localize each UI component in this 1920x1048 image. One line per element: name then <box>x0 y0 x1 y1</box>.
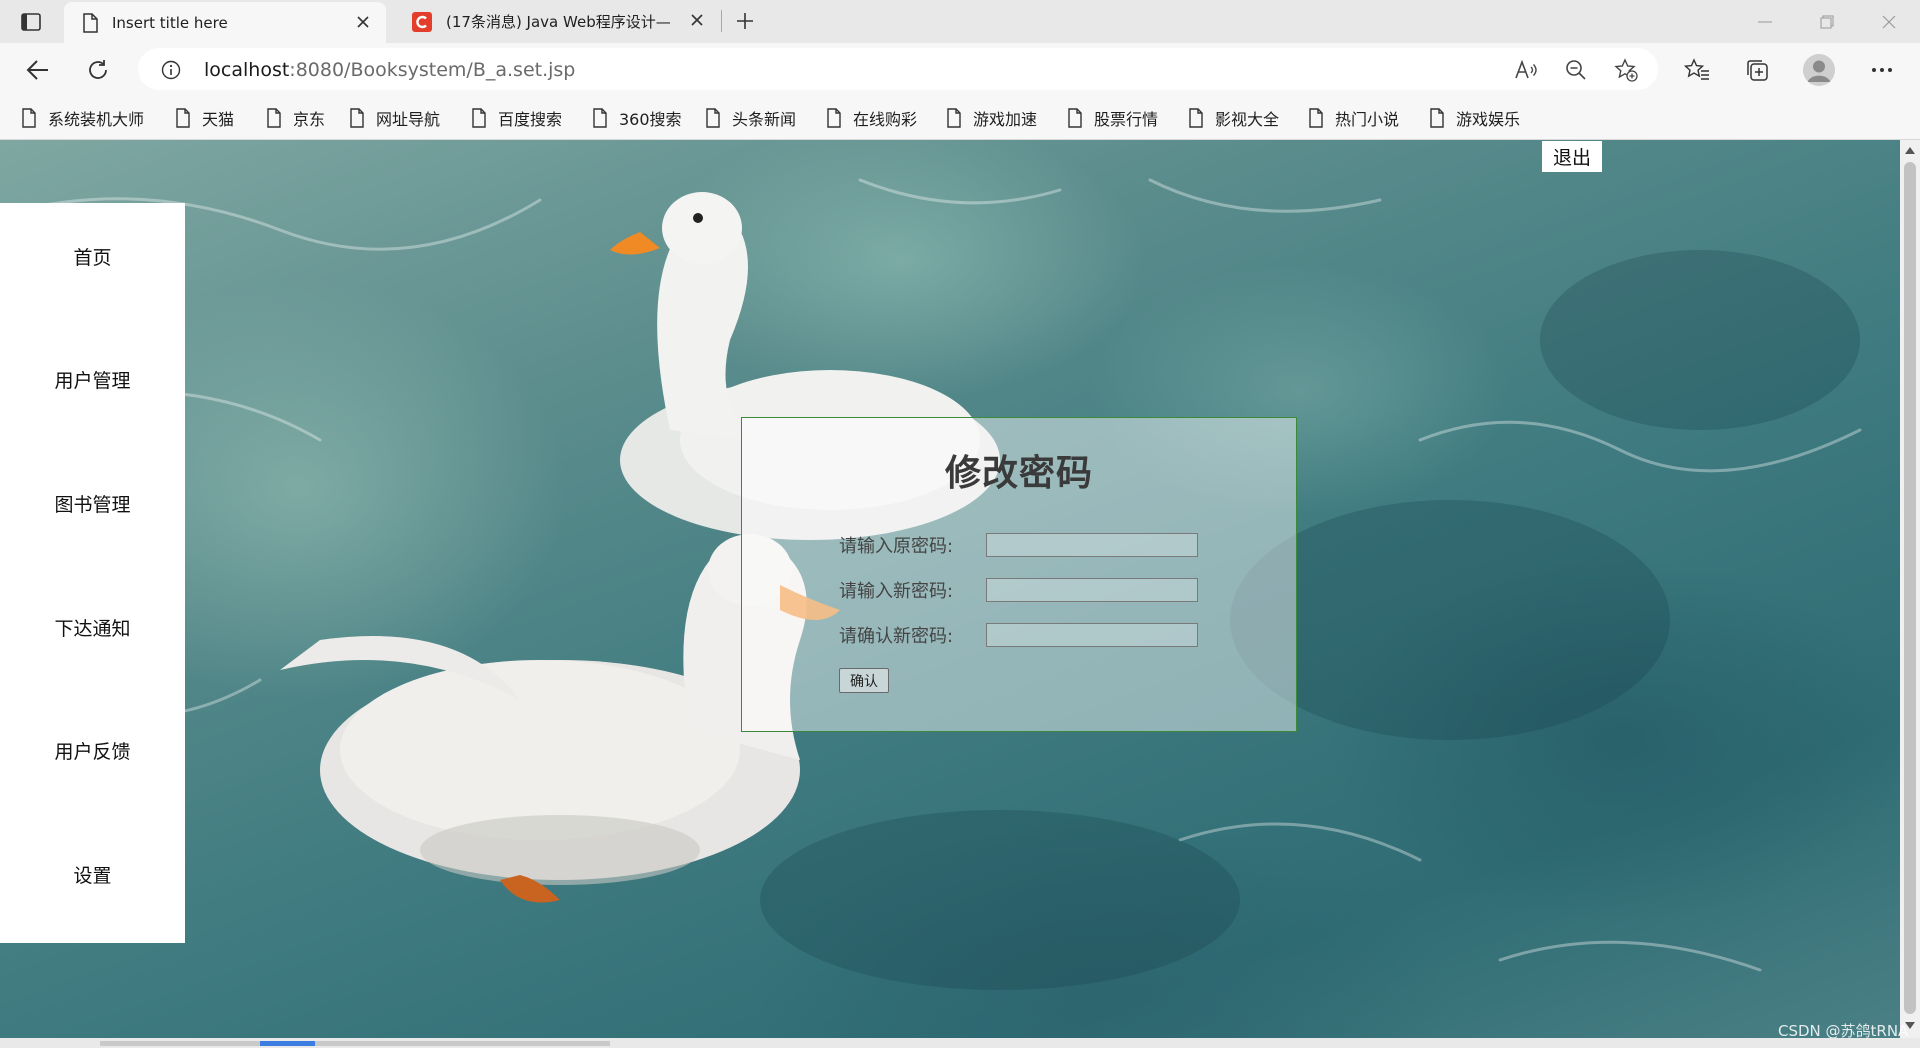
plus-icon[interactable] <box>732 8 758 34</box>
scrollbar-thumb[interactable] <box>1904 162 1916 1014</box>
page-icon <box>176 108 190 128</box>
bookmark-item[interactable]: 京东 <box>267 106 325 130</box>
page-icon <box>350 108 364 128</box>
bookmark-label: 系统装机大师 <box>48 110 145 129</box>
new-password-row: 请输入新密码: <box>839 577 1198 603</box>
minimize-icon[interactable] <box>1734 0 1796 43</box>
csdn-logo-icon <box>412 11 432 32</box>
change-password-panel: 修改密码 请输入原密码: 请输入新密码: 请确认新密码: 确认 <box>741 417 1297 732</box>
old-password-row: 请输入原密码: <box>839 532 1198 558</box>
page-icon <box>1309 108 1323 128</box>
tab-strip: Insert title here (17条消息) Java Web程序设计— <box>0 0 1920 43</box>
new-password-input[interactable] <box>986 578 1198 602</box>
window-controls <box>1734 0 1920 43</box>
tab-insert-title[interactable]: Insert title here <box>64 2 386 43</box>
sidebar-item-home[interactable]: 首页 <box>0 243 185 270</box>
horizontal-scrollbar <box>0 1038 1920 1048</box>
sidebar-item-settings[interactable]: 设置 <box>0 861 185 888</box>
bookmark-item[interactable]: 网址导航 <box>350 106 440 130</box>
page-icon <box>827 108 841 128</box>
bookmark-item[interactable]: 360搜索 <box>593 106 682 130</box>
page-viewport: 首页 用户管理 图书管理 下达通知 用户反馈 设置 退出 修改密码 请输入原密码… <box>0 140 1900 1038</box>
collections-icon[interactable] <box>1743 56 1771 84</box>
page-icon <box>82 12 98 33</box>
vertical-scrollbar[interactable] <box>1900 140 1920 1038</box>
sidebar-menu: 首页 用户管理 图书管理 下达通知 用户反馈 设置 <box>0 203 185 943</box>
info-icon[interactable] <box>160 59 182 81</box>
tab-title: (17条消息) Java Web程序设计— <box>446 13 671 31</box>
url-text[interactable]: localhost:8080/Booksystem/B_a.set.jsp <box>204 59 575 81</box>
bookmark-label: 在线购彩 <box>853 110 918 129</box>
confirm-password-input[interactable] <box>986 623 1198 647</box>
refresh-icon[interactable] <box>84 56 112 84</box>
confirm-password-row: 请确认新密码: <box>839 622 1198 648</box>
more-icon[interactable] <box>1868 56 1896 84</box>
bookmark-item[interactable]: 在线购彩 <box>827 106 917 130</box>
bookmark-item[interactable]: 天猫 <box>176 106 234 130</box>
close-icon[interactable] <box>688 11 706 29</box>
page-title: 修改密码 <box>944 453 1093 494</box>
bookmark-item[interactable]: 股票行情 <box>1068 106 1158 130</box>
bookmark-item[interactable]: 百度搜索 <box>472 106 562 130</box>
bookmark-item[interactable]: 影视大全 <box>1189 106 1279 130</box>
page-icon <box>22 108 36 128</box>
bookmark-item[interactable]: 游戏加速 <box>947 106 1037 130</box>
url-host: localhost <box>204 59 290 81</box>
restore-icon[interactable] <box>1796 0 1858 43</box>
sidebar-item-user-management[interactable]: 用户管理 <box>0 366 185 393</box>
favorites-icon[interactable] <box>1683 56 1711 84</box>
bookmark-label: 影视大全 <box>1215 110 1280 129</box>
confirm-password-label: 请确认新密码: <box>839 626 954 647</box>
page-icon <box>593 108 607 128</box>
page-icon <box>472 108 486 128</box>
tab-actions-icon[interactable] <box>18 9 44 35</box>
bookmark-item[interactable]: 热门小说 <box>1309 106 1399 130</box>
scroll-segment <box>100 1041 610 1046</box>
bookmark-label: 百度搜索 <box>498 110 563 129</box>
page-icon <box>947 108 961 128</box>
page-icon <box>1430 108 1444 128</box>
profile-avatar[interactable] <box>1803 54 1835 86</box>
bookmark-label: 热门小说 <box>1335 110 1400 129</box>
page-icon <box>1068 108 1082 128</box>
new-password-label: 请输入新密码: <box>839 581 954 602</box>
page-icon <box>706 108 720 128</box>
bookmark-label: 360搜索 <box>619 110 682 129</box>
bookmark-item[interactable]: 系统装机大师 <box>22 106 144 130</box>
scroll-up-icon[interactable] <box>1905 146 1915 154</box>
confirm-button[interactable]: 确认 <box>839 668 889 693</box>
read-aloud-icon[interactable] <box>1514 58 1538 82</box>
window-close-icon[interactable] <box>1858 0 1920 43</box>
bookmark-item[interactable]: 游戏娱乐 <box>1430 106 1520 130</box>
bookmark-label: 游戏娱乐 <box>1456 110 1521 129</box>
bookmark-item[interactable]: 头条新闻 <box>706 106 796 130</box>
bookmark-label: 网址导航 <box>376 110 441 129</box>
sidebar-item-book-management[interactable]: 图书管理 <box>0 490 185 517</box>
sidebar-item-user-feedback[interactable]: 用户反馈 <box>0 737 185 764</box>
zoom-out-icon[interactable] <box>1564 58 1588 82</box>
scroll-segment-active <box>260 1041 315 1046</box>
url-path: :8080/Booksystem/B_a.set.jsp <box>289 59 576 81</box>
old-password-label: 请输入原密码: <box>839 536 954 557</box>
bookmark-label: 京东 <box>293 110 326 129</box>
back-arrow-icon[interactable] <box>24 56 52 84</box>
bookmark-label: 游戏加速 <box>973 110 1038 129</box>
bookmark-label: 头条新闻 <box>732 110 797 129</box>
bookmarks-bar: 系统装机大师 天猫 京东 网址导航 百度搜索 360搜索 头条新闻 在线购彩 游… <box>0 97 1920 140</box>
browser-toolbar: localhost:8080/Booksystem/B_a.set.jsp <box>0 43 1920 97</box>
address-bar[interactable]: localhost:8080/Booksystem/B_a.set.jsp <box>138 48 1658 90</box>
tab-divider <box>721 10 722 32</box>
logout-button[interactable]: 退出 <box>1542 141 1602 172</box>
old-password-input[interactable] <box>986 533 1198 557</box>
page-icon <box>267 108 281 128</box>
add-favorite-icon[interactable] <box>1614 58 1638 82</box>
bookmark-label: 股票行情 <box>1094 110 1159 129</box>
close-icon[interactable] <box>354 13 372 31</box>
sidebar-item-notifications[interactable]: 下达通知 <box>0 614 185 641</box>
bookmark-label: 天猫 <box>202 110 235 129</box>
page-icon <box>1189 108 1203 128</box>
tab-title: Insert title here <box>112 13 228 32</box>
tab-csdn[interactable]: (17条消息) Java Web程序设计— <box>394 0 720 43</box>
